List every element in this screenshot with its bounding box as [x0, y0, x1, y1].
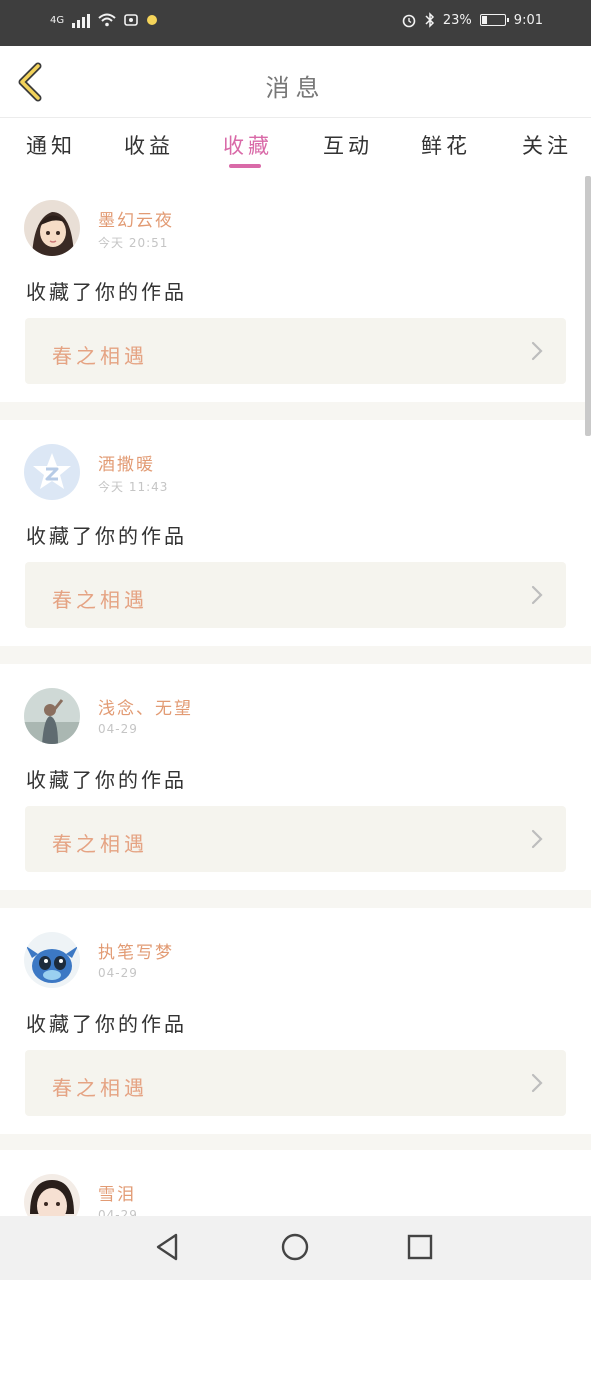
avatar[interactable]	[24, 200, 80, 256]
username[interactable]: 雪泪	[98, 1180, 136, 1205]
work-link[interactable]: 春之相遇	[25, 806, 566, 872]
tab-favorites[interactable]: 收藏	[223, 130, 273, 160]
chevron-right-icon	[531, 1073, 543, 1093]
action-text: 收藏了你的作品	[26, 280, 187, 304]
action-text: 收藏了你的作品	[26, 1012, 187, 1036]
page-title: 消息	[265, 74, 326, 102]
system-nav-bar	[0, 1216, 591, 1280]
work-link[interactable]: 春之相遇	[25, 318, 566, 384]
username[interactable]: 执笔写梦	[98, 938, 174, 963]
avatar[interactable]	[24, 932, 80, 988]
battery-fill	[481, 16, 487, 24]
anime-character-avatar-icon	[24, 200, 80, 256]
timestamp: 今天 20:51	[98, 236, 169, 250]
timestamp: 今天 11:43	[98, 480, 169, 494]
username[interactable]: 浅念、无望	[98, 694, 193, 719]
username[interactable]: 墨幻云夜	[98, 206, 174, 231]
alarm-icon	[402, 14, 416, 28]
tab-bar: 通知 收益 收藏 互动 鲜花 关注	[0, 118, 591, 176]
chevron-right-icon	[531, 829, 543, 849]
message-card: 酒撒暖 今天 11:43 收藏了你的作品 春之相遇	[0, 420, 591, 646]
tab-interactions[interactable]: 互动	[323, 130, 373, 160]
photo-avatar-icon	[24, 688, 80, 744]
bluetooth-icon	[425, 12, 434, 28]
username[interactable]: 酒撒暖	[98, 450, 155, 475]
work-title: 春之相遇	[52, 832, 148, 856]
work-title: 春之相遇	[52, 344, 148, 368]
tab-notifications[interactable]: 通知	[26, 130, 76, 160]
work-link[interactable]: 春之相遇	[25, 562, 566, 628]
action-text: 收藏了你的作品	[26, 768, 187, 792]
chevron-right-icon	[531, 585, 543, 605]
status-right: 23% 9:01	[401, 12, 543, 28]
message-card: 浅念、无望 04-29 收藏了你的作品 春之相遇	[0, 664, 591, 890]
work-link[interactable]: 春之相遇	[25, 1050, 566, 1116]
tab-following[interactable]: 关注	[522, 130, 572, 160]
work-title: 春之相遇	[52, 1076, 148, 1100]
back-triangle-icon[interactable]	[153, 1232, 183, 1262]
home-circle-icon[interactable]	[280, 1232, 310, 1262]
message-card: 执笔写梦 04-29 收藏了你的作品 春之相遇	[0, 908, 591, 1134]
notification-emoji-icon	[147, 15, 158, 25]
status-left: 4G	[50, 12, 158, 28]
battery-icon	[479, 14, 509, 26]
default-star-avatar-icon	[24, 444, 80, 500]
chevron-right-icon	[531, 341, 543, 361]
signal-icon	[72, 12, 91, 28]
timestamp: 04-29	[98, 722, 138, 736]
action-text: 收藏了你的作品	[26, 524, 187, 548]
avatar[interactable]	[24, 444, 80, 500]
battery-percent: 23%	[442, 12, 472, 28]
network-type: 4G	[50, 14, 65, 26]
work-title: 春之相遇	[52, 588, 148, 612]
active-tab-indicator	[229, 164, 261, 168]
tab-earnings[interactable]: 收益	[124, 130, 174, 160]
wifi-icon	[98, 13, 116, 27]
clock: 9:01	[513, 12, 543, 28]
scrollbar[interactable]	[585, 176, 591, 436]
app-notification-icon	[124, 14, 138, 26]
app-header: 消息	[0, 46, 591, 118]
cartoon-avatar-icon	[24, 932, 80, 988]
message-card: 墨幻云夜 今天 20:51 收藏了你的作品 春之相遇	[0, 176, 591, 402]
status-bar: 4G 23% 9:01	[0, 0, 591, 46]
recents-square-icon[interactable]	[405, 1232, 435, 1262]
avatar[interactable]	[24, 688, 80, 744]
timestamp: 04-29	[98, 966, 138, 980]
tab-flowers[interactable]: 鲜花	[421, 130, 471, 160]
